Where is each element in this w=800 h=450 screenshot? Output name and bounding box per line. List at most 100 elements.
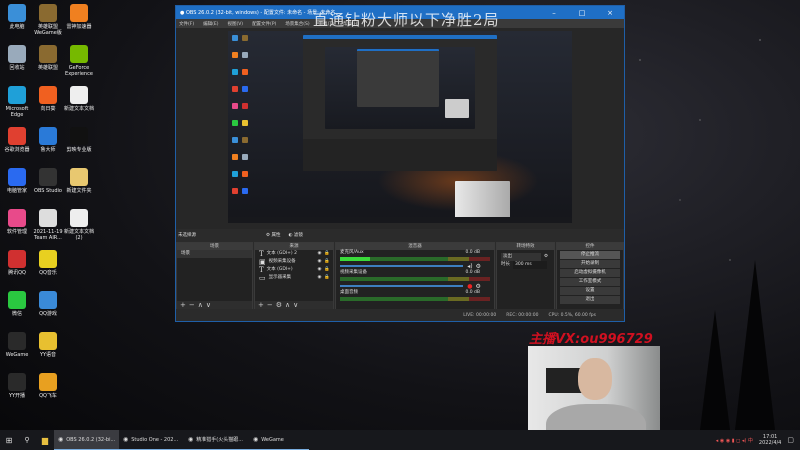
desktop-icon[interactable]: 英雄联盟 bbox=[31, 45, 65, 71]
control-button[interactable]: 开始录制 bbox=[560, 260, 620, 268]
desktop-icon[interactable]: 雷神加速器 bbox=[62, 4, 96, 30]
desktop-icon[interactable]: 微信 bbox=[0, 291, 34, 317]
maximize-button[interactable]: □ bbox=[568, 9, 596, 17]
duration-input[interactable]: 300 ms bbox=[513, 261, 547, 269]
preview-canvas[interactable] bbox=[228, 31, 572, 223]
desktop-icon-label: 新建文件夹 bbox=[66, 188, 92, 194]
app-icon bbox=[39, 332, 57, 350]
desktop-icon[interactable]: 回收站 bbox=[0, 45, 34, 71]
notification-icon[interactable]: ▢ bbox=[787, 436, 794, 444]
mini-desktop-icon bbox=[232, 188, 238, 194]
app-icon bbox=[39, 4, 57, 22]
source-item[interactable]: T 文本 (GDI+) ◉ 🔒 bbox=[255, 266, 333, 274]
lock-icon[interactable]: 🔒 bbox=[324, 250, 333, 258]
properties-button[interactable]: ⚙ 属性 bbox=[266, 232, 280, 238]
taskbar-app-button[interactable]: ◉ Studio One - 202... bbox=[119, 430, 184, 450]
control-button[interactable]: 启动虚拟摄像机 bbox=[560, 269, 620, 277]
desktop-icon-label: 剪映专业版 bbox=[66, 147, 92, 153]
control-button[interactable]: 停止推流 bbox=[560, 251, 620, 259]
desktop-icon[interactable]: YY语音 bbox=[31, 332, 65, 358]
desktop-icon-label: 2021-11-19 Team AIR... bbox=[33, 229, 63, 241]
app-icon bbox=[70, 86, 88, 104]
desktop-icon[interactable]: 腾讯QQ bbox=[0, 250, 34, 276]
mini-desktop-icon bbox=[242, 188, 248, 194]
source-item[interactable]: T 文本 (GDI+) 2 ◉ 🔒 bbox=[255, 250, 333, 258]
taskbar-app-button[interactable]: ◉ 精准猎手(火头猫跟... bbox=[184, 430, 249, 450]
app-icon bbox=[8, 86, 26, 104]
desktop-icon[interactable]: QQ游戏 bbox=[31, 291, 65, 317]
channel-db: 0.0 dB bbox=[465, 250, 480, 255]
volume-slider[interactable] bbox=[340, 285, 464, 287]
app-icon bbox=[8, 4, 26, 22]
menu-item[interactable]: 文件(F) bbox=[179, 21, 194, 27]
desktop-icon[interactable]: 鲁大师 bbox=[31, 127, 65, 153]
desktop-icon-label: YY语音 bbox=[39, 352, 57, 358]
source-name: 文本 (GDI+) bbox=[266, 267, 293, 272]
minimize-button[interactable]: – bbox=[540, 9, 568, 17]
desktop-icon[interactable]: 新建文本文档 (2) bbox=[62, 209, 96, 241]
mini-desktop-icon bbox=[232, 103, 238, 109]
source-item[interactable]: ▣ 视频采集设备 ◉ 🔒 bbox=[255, 258, 333, 266]
volume-slider[interactable] bbox=[340, 265, 464, 267]
desktop-icon-label: WeGame bbox=[5, 352, 29, 358]
menu-item[interactable]: 场景集合(S) bbox=[285, 21, 309, 27]
taskbar-app-button[interactable]: ◉ OBS 26.0.2 (32-bi... bbox=[54, 430, 119, 450]
gear-icon[interactable]: ⚙ bbox=[544, 253, 548, 261]
desktop-icon[interactable]: 剪映专业版 bbox=[62, 127, 96, 153]
control-button[interactable]: 设置 bbox=[560, 287, 620, 295]
stream-overlay-title: 直通钻粉大师以下净胜2局 bbox=[313, 11, 500, 29]
menu-item[interactable]: 编辑(E) bbox=[203, 21, 218, 27]
mini-desktop-icon bbox=[242, 103, 248, 109]
desktop-icon[interactable]: 此电脑 bbox=[0, 4, 34, 30]
source-item[interactable]: ▭ 显示器采集 ◉ 🔒 bbox=[255, 274, 333, 282]
tray-icons[interactable]: ◂ ◉ ◉ ▮ ◻ ◂) 中 bbox=[716, 437, 753, 444]
taskbar-app-button[interactable]: ◉ WeGame bbox=[249, 430, 309, 450]
app-icon bbox=[70, 127, 88, 145]
scene-item[interactable]: 场景 bbox=[177, 250, 252, 258]
transition-select[interactable]: 淡出 bbox=[501, 253, 541, 261]
duration-label: 时长 bbox=[501, 262, 510, 267]
mini-desktop-icon bbox=[242, 52, 248, 58]
filters-button[interactable]: ◐ 滤镜 bbox=[288, 232, 302, 238]
desktop-icon[interactable]: 2021-11-19 Team AIR... bbox=[31, 209, 65, 241]
visibility-eye-icon[interactable]: ◉ bbox=[317, 250, 321, 258]
channel-name: 桌面音频 bbox=[340, 290, 358, 295]
windows-start-icon[interactable]: ⊞ bbox=[0, 436, 18, 445]
desktop-icon[interactable]: QQ飞车 bbox=[31, 373, 65, 399]
desktop-icon[interactable]: GeForce Experience bbox=[62, 45, 96, 77]
lock-icon[interactable]: 🔒 bbox=[324, 258, 333, 266]
desktop-icon[interactable]: 谷歌浏览器 bbox=[0, 127, 34, 153]
lock-icon[interactable]: 🔒 bbox=[324, 266, 333, 274]
close-button[interactable]: × bbox=[596, 9, 624, 17]
desktop-icon[interactable]: WeGame bbox=[0, 332, 34, 358]
desktop-icon-label: OBS Studio bbox=[34, 188, 62, 194]
text-icon: T bbox=[259, 266, 264, 274]
desktop-icon[interactable]: 新建文本文档 bbox=[62, 86, 96, 112]
desktop-icon[interactable]: 英雄联盟WeGame版 bbox=[31, 4, 65, 36]
desktop-icon[interactable]: Microsoft Edge bbox=[0, 86, 34, 118]
desktop-icon[interactable]: YY开播 bbox=[0, 373, 34, 399]
file-explorer-icon[interactable]: ▆ bbox=[36, 436, 54, 445]
control-button[interactable]: 工作室模式 bbox=[560, 278, 620, 286]
desktop-icon[interactable]: QQ音乐 bbox=[31, 250, 65, 276]
app-icon: ◉ bbox=[123, 436, 129, 443]
mini-desktop-icon bbox=[242, 137, 248, 143]
lock-icon[interactable]: 🔒 bbox=[324, 274, 333, 282]
desktop-icon[interactable]: OBS Studio bbox=[31, 168, 65, 194]
control-button[interactable]: 退出 bbox=[560, 296, 620, 304]
desktop-icon-label: 软件管理 bbox=[6, 229, 27, 235]
desktop-icon[interactable]: 新建文件夹 bbox=[62, 168, 96, 194]
clock-date[interactable]: 2022/4/4 bbox=[759, 440, 781, 446]
visibility-eye-icon[interactable]: ◉ bbox=[317, 266, 321, 274]
visibility-eye-icon[interactable]: ◉ bbox=[317, 274, 321, 282]
monitor-icon: ▭ bbox=[259, 274, 266, 282]
app-icon bbox=[70, 168, 88, 186]
menu-item[interactable]: 视图(V) bbox=[227, 21, 243, 27]
search-icon[interactable]: ⚲ bbox=[18, 436, 36, 444]
desktop-icon[interactable]: 软件管理 bbox=[0, 209, 34, 235]
menu-item[interactable]: 配置文件(P) bbox=[252, 21, 276, 27]
visibility-eye-icon[interactable]: ◉ bbox=[317, 258, 321, 266]
desktop-icon[interactable]: 向日葵 bbox=[31, 86, 65, 112]
desktop-icon[interactable]: 电脑管家 bbox=[0, 168, 34, 194]
desktop-icon-label: QQ音乐 bbox=[39, 270, 57, 276]
